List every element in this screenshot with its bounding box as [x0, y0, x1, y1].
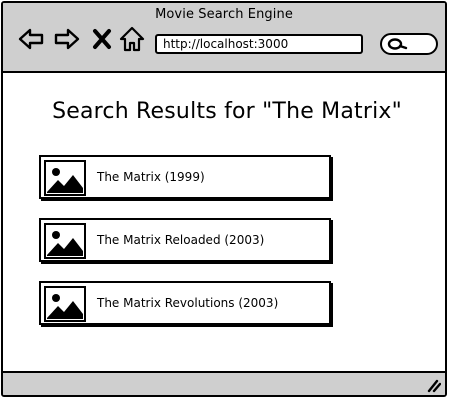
arrow-left-icon: [18, 28, 44, 50]
result-item[interactable]: The Matrix Revolutions (2003): [39, 281, 331, 325]
search-box[interactable]: [380, 33, 438, 55]
window-title: Movie Search Engine: [155, 7, 293, 22]
status-bar: [3, 371, 445, 395]
result-title: The Matrix (1999): [97, 170, 205, 184]
stop-button[interactable]: [91, 25, 113, 53]
forward-button[interactable]: [53, 25, 81, 53]
image-icon: [44, 286, 86, 322]
result-item[interactable]: The Matrix Reloaded (2003): [39, 218, 331, 262]
page-heading: Search Results for "The Matrix": [52, 99, 402, 124]
result-title: The Matrix Revolutions (2003): [97, 296, 279, 310]
close-icon: [93, 29, 111, 49]
browser-titlebar: Movie Search Engine http://localhost:300…: [3, 3, 445, 73]
home-button[interactable]: [119, 25, 145, 53]
result-item[interactable]: The Matrix (1999): [39, 155, 331, 199]
arrow-right-icon: [54, 28, 80, 50]
back-button[interactable]: [17, 25, 45, 53]
result-title: The Matrix Reloaded (2003): [97, 233, 265, 247]
resize-grip-icon[interactable]: [425, 377, 441, 393]
image-icon: [44, 160, 86, 196]
search-icon: [387, 38, 408, 50]
image-icon: [44, 223, 86, 259]
address-bar[interactable]: http://localhost:3000: [155, 34, 363, 54]
home-icon: [119, 26, 145, 52]
browser-window: Movie Search Engine http://localhost:300…: [1, 1, 447, 397]
